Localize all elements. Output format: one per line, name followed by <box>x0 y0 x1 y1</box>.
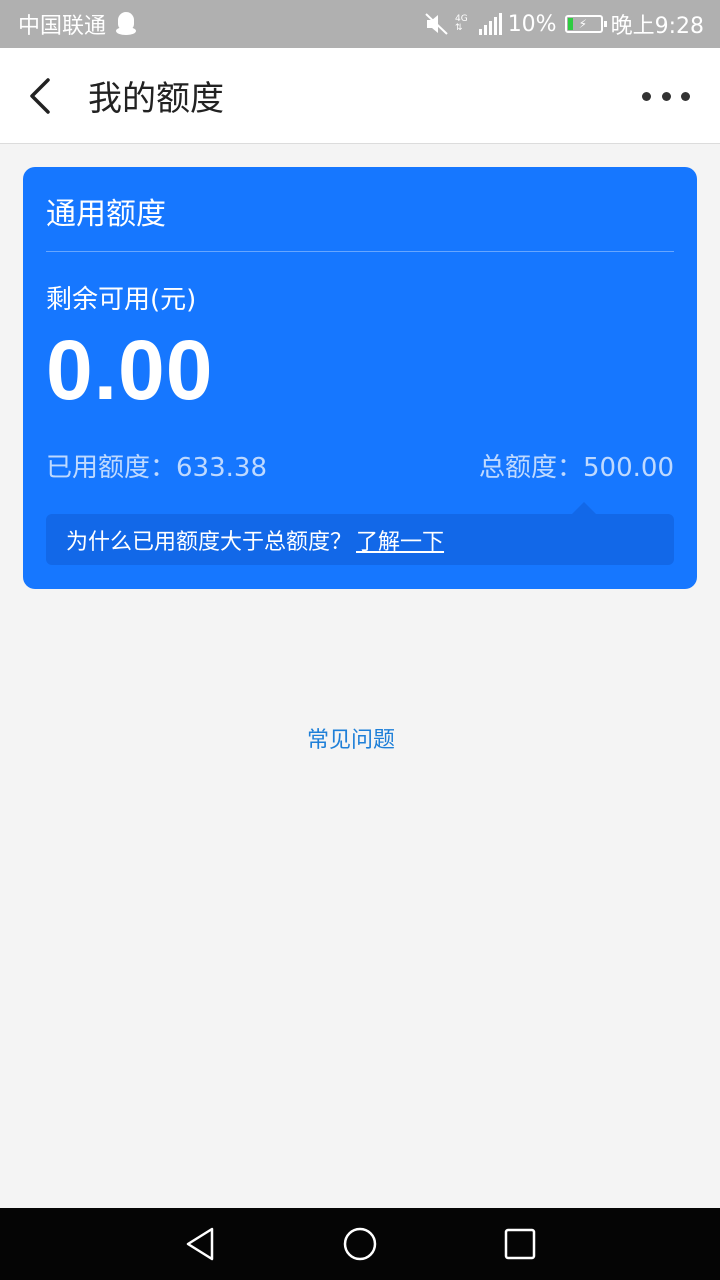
system-recent-button[interactable] <box>502 1226 538 1262</box>
status-bar: 中国联通 4G ⇅ 10% ⚡ 晚上9:28 <box>0 0 720 48</box>
available-amount: 0.00 <box>46 323 214 417</box>
total-credit: 总额度：500.00 <box>479 447 674 484</box>
carrier-label: 中国联通 <box>18 14 107 39</box>
clock: 晚上9:28 <box>610 14 704 39</box>
status-left: 中国联通 <box>18 8 137 40</box>
battery-percent: 10% <box>507 11 557 37</box>
nav-bar: 我的额度 <box>0 48 720 144</box>
network-arrows-icon: ⇅ <box>454 23 463 33</box>
card-divider <box>46 251 674 252</box>
tip-box: 为什么已用额度大于总额度？ 了解一下 <box>46 502 674 565</box>
faq-link[interactable]: 常见问题 <box>0 722 702 754</box>
battery-icon: ⚡ <box>564 15 607 33</box>
tip-text: 为什么已用额度大于总额度？ <box>66 529 353 555</box>
used-label: 已用额度： <box>46 453 177 483</box>
back-button[interactable] <box>0 48 80 144</box>
system-home-button[interactable] <box>342 1226 378 1262</box>
learn-more-link[interactable]: 了解一下 <box>356 524 444 556</box>
mute-icon <box>425 13 448 35</box>
signal-icon <box>478 13 502 35</box>
network-type: 4G ⇅ <box>455 15 468 33</box>
more-dots-icon <box>642 91 651 101</box>
triangle-back-icon <box>186 1227 214 1261</box>
page-title: 我的额度 <box>88 79 224 119</box>
system-back-button[interactable] <box>182 1226 218 1262</box>
qq-icon <box>116 12 137 36</box>
used-credit: 已用额度：633.38 <box>46 447 267 484</box>
status-right: 4G ⇅ 10% ⚡ 晚上9:28 <box>423 8 704 40</box>
more-button[interactable] <box>642 84 690 108</box>
circle-home-icon <box>343 1227 377 1261</box>
available-label: 剩余可用(元) <box>46 285 197 315</box>
credit-card: 通用额度 剩余可用(元) 0.00 已用额度：633.38 总额度：500.00… <box>23 167 697 589</box>
used-value: 633.38 <box>176 453 267 483</box>
chevron-left-icon <box>30 77 50 114</box>
total-value: 500.00 <box>583 453 674 483</box>
tip-arrow <box>572 502 596 514</box>
total-label: 总额度： <box>479 453 584 483</box>
system-nav-bar <box>0 1208 720 1280</box>
card-title: 通用额度 <box>46 197 166 232</box>
square-recent-icon <box>504 1228 536 1260</box>
